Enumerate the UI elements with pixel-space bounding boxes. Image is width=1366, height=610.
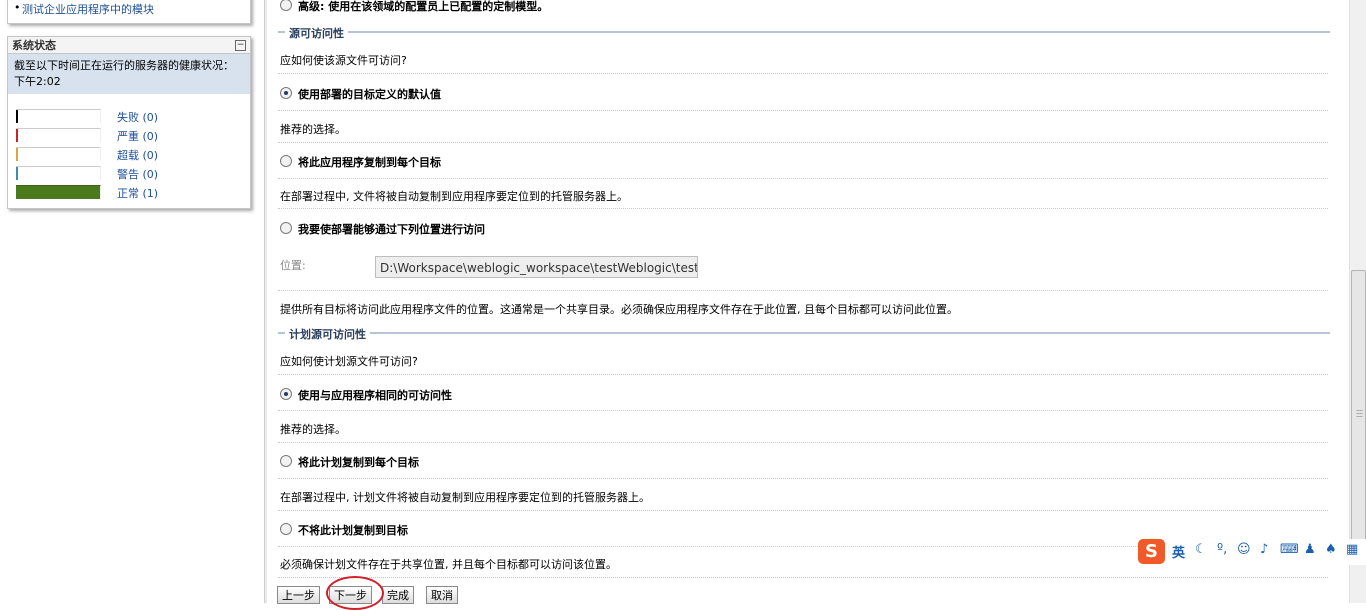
separator <box>278 110 1328 111</box>
grid-icon[interactable]: ▦ <box>1346 542 1358 557</box>
status-link-failed[interactable]: 失败 (0) <box>117 109 158 125</box>
status-link-ok[interactable]: 正常 (1) <box>117 185 158 201</box>
ime-toolbar: S 英 ☾ º, ☺ ♪ ⌨ ♟ ♠ ▦ <box>1138 539 1366 565</box>
option-plan-none-label[interactable]: 不将此计划复制到目标 <box>298 522 408 538</box>
recommended-text: 推荐的选择。 <box>280 123 346 136</box>
plan-copy-description: 在部署过程中, 计划文件将被自动复制到应用程序要定位到的托管服务器上。 <box>280 491 650 504</box>
keyboard-icon[interactable]: ⌨ <box>1280 542 1299 557</box>
source-question-text: 应如何使该源文件可访问? <box>280 54 407 67</box>
radio-advanced[interactable] <box>280 0 292 11</box>
radio-plan-copy[interactable] <box>280 455 292 467</box>
separator <box>278 510 1328 511</box>
separator <box>278 442 1328 443</box>
separator <box>278 208 1328 209</box>
status-bar <box>16 128 101 142</box>
grip-icon: — — — <box>1356 406 1363 420</box>
separator <box>278 410 1328 411</box>
status-row-failed: 失败 (0) <box>16 108 236 125</box>
status-link-overloaded[interactable]: 超载 (0) <box>117 147 158 163</box>
source-accessibility-section: 源可访问性 <box>278 25 1330 41</box>
module-panel: • 测试企业应用程序中的模块 <box>7 0 251 24</box>
ime-mode[interactable]: 英 <box>1172 542 1185 561</box>
collapse-icon[interactable]: − <box>235 40 246 51</box>
left-sidebar: • 测试企业应用程序中的模块 系统状态 − 截至以下时间正在运行的服务器的健康状… <box>0 0 262 603</box>
separator <box>278 178 1328 179</box>
status-row-ok: 正常 (1) <box>16 184 236 201</box>
separator <box>278 142 1328 143</box>
test-modules-link[interactable]: 测试企业应用程序中的模块 <box>22 1 154 17</box>
status-row-critical: 严重 (0) <box>16 127 236 144</box>
option-plan-copy-label[interactable]: 将此计划复制到每个目标 <box>298 454 419 470</box>
status-row-warning: 警告 (0) <box>16 165 236 182</box>
section-rule <box>278 332 1330 334</box>
section-rule <box>278 31 1330 33</box>
plan-recommended-text: 推荐的选择。 <box>280 423 346 436</box>
source-accessibility-title: 源可访问性 <box>285 25 348 41</box>
status-bar <box>16 166 101 180</box>
radio-default-target[interactable] <box>280 87 292 99</box>
status-row-overloaded: 超载 (0) <box>16 146 236 163</box>
sogou-logo-icon[interactable]: S <box>1138 539 1165 564</box>
radio-plan-none[interactable] <box>280 523 292 535</box>
scrollbar-thumb[interactable]: — — — <box>1351 270 1366 562</box>
radio-plan-same[interactable] <box>280 388 292 400</box>
separator <box>278 374 1328 375</box>
smiley-icon[interactable]: ☺ <box>1237 542 1251 557</box>
separator <box>278 73 1328 74</box>
option-default-target-label[interactable]: 使用部署的目标定义的默认值 <box>298 86 441 102</box>
column-divider <box>264 0 267 603</box>
bullet: • <box>14 1 21 14</box>
location-input[interactable]: D:\Workspace\weblogic_workspace\testWebl… <box>375 256 698 278</box>
separator <box>278 290 1328 291</box>
separator <box>278 478 1328 479</box>
radio-copy-app[interactable] <box>280 155 292 167</box>
status-link-critical[interactable]: 严重 (0) <box>117 128 158 144</box>
copy-app-description: 在部署过程中, 文件将被自动复制到应用程序要定位到的托管服务器上。 <box>280 190 628 203</box>
shirt-icon[interactable]: ♠ <box>1325 542 1337 557</box>
plan-none-description: 必须确保计划文件存在于共享位置, 并且每个目标都可以访问该位置。 <box>280 558 617 571</box>
status-bar <box>16 109 101 123</box>
highlight-circle <box>326 576 384 610</box>
user-icon[interactable]: ♟ <box>1304 542 1316 557</box>
moon-icon[interactable]: ☾ <box>1195 542 1207 557</box>
location-label: 位置: <box>280 259 306 272</box>
option-copy-app-label[interactable]: 将此应用程序复制到每个目标 <box>298 154 441 170</box>
option-plan-same-label[interactable]: 使用与应用程序相同的可访问性 <box>298 387 452 403</box>
punctuation-icon[interactable]: º, <box>1217 542 1227 557</box>
back-button[interactable]: 上一步 <box>277 586 320 604</box>
cancel-button[interactable]: 取消 <box>426 586 458 604</box>
health-description: 截至以下时间正在运行的服务器的健康状况：下午2:02 <box>8 54 250 94</box>
vertical-scrollbar[interactable]: — — — <box>1349 0 1366 603</box>
separator <box>278 577 1328 578</box>
plan-accessibility-title: 计划源可访问性 <box>285 326 370 342</box>
option-custom-location-label[interactable]: 我要使部署能够通过下列位置进行访问 <box>298 221 485 237</box>
system-status-title: 系统状态 <box>8 37 250 54</box>
status-link-warning[interactable]: 警告 (0) <box>117 166 158 182</box>
finish-button[interactable]: 完成 <box>382 586 414 604</box>
status-bar <box>16 147 101 161</box>
plan-question-text: 应如何使计划源文件可访问? <box>280 355 418 368</box>
system-status-panel: 系统状态 − 截至以下时间正在运行的服务器的健康状况：下午2:02 失败 (0)… <box>7 36 251 209</box>
radio-custom-location[interactable] <box>280 222 292 234</box>
microphone-icon[interactable]: ♪ <box>1260 542 1268 557</box>
plan-accessibility-section: 计划源可访问性 <box>278 326 1330 342</box>
location-description: 提供所有目标将访问此应用程序文件的位置。这通常是一个共享目录。必须确保应用程序文… <box>280 303 958 316</box>
status-bar-ok <box>16 185 101 199</box>
option-advanced-label: 高级: 使用在该领域的配置员上已配置的定制模型。 <box>298 0 549 13</box>
main-content: 高级: 使用在该领域的配置员上已配置的定制模型。 源可访问性 应如何使该源文件可… <box>268 0 1336 603</box>
